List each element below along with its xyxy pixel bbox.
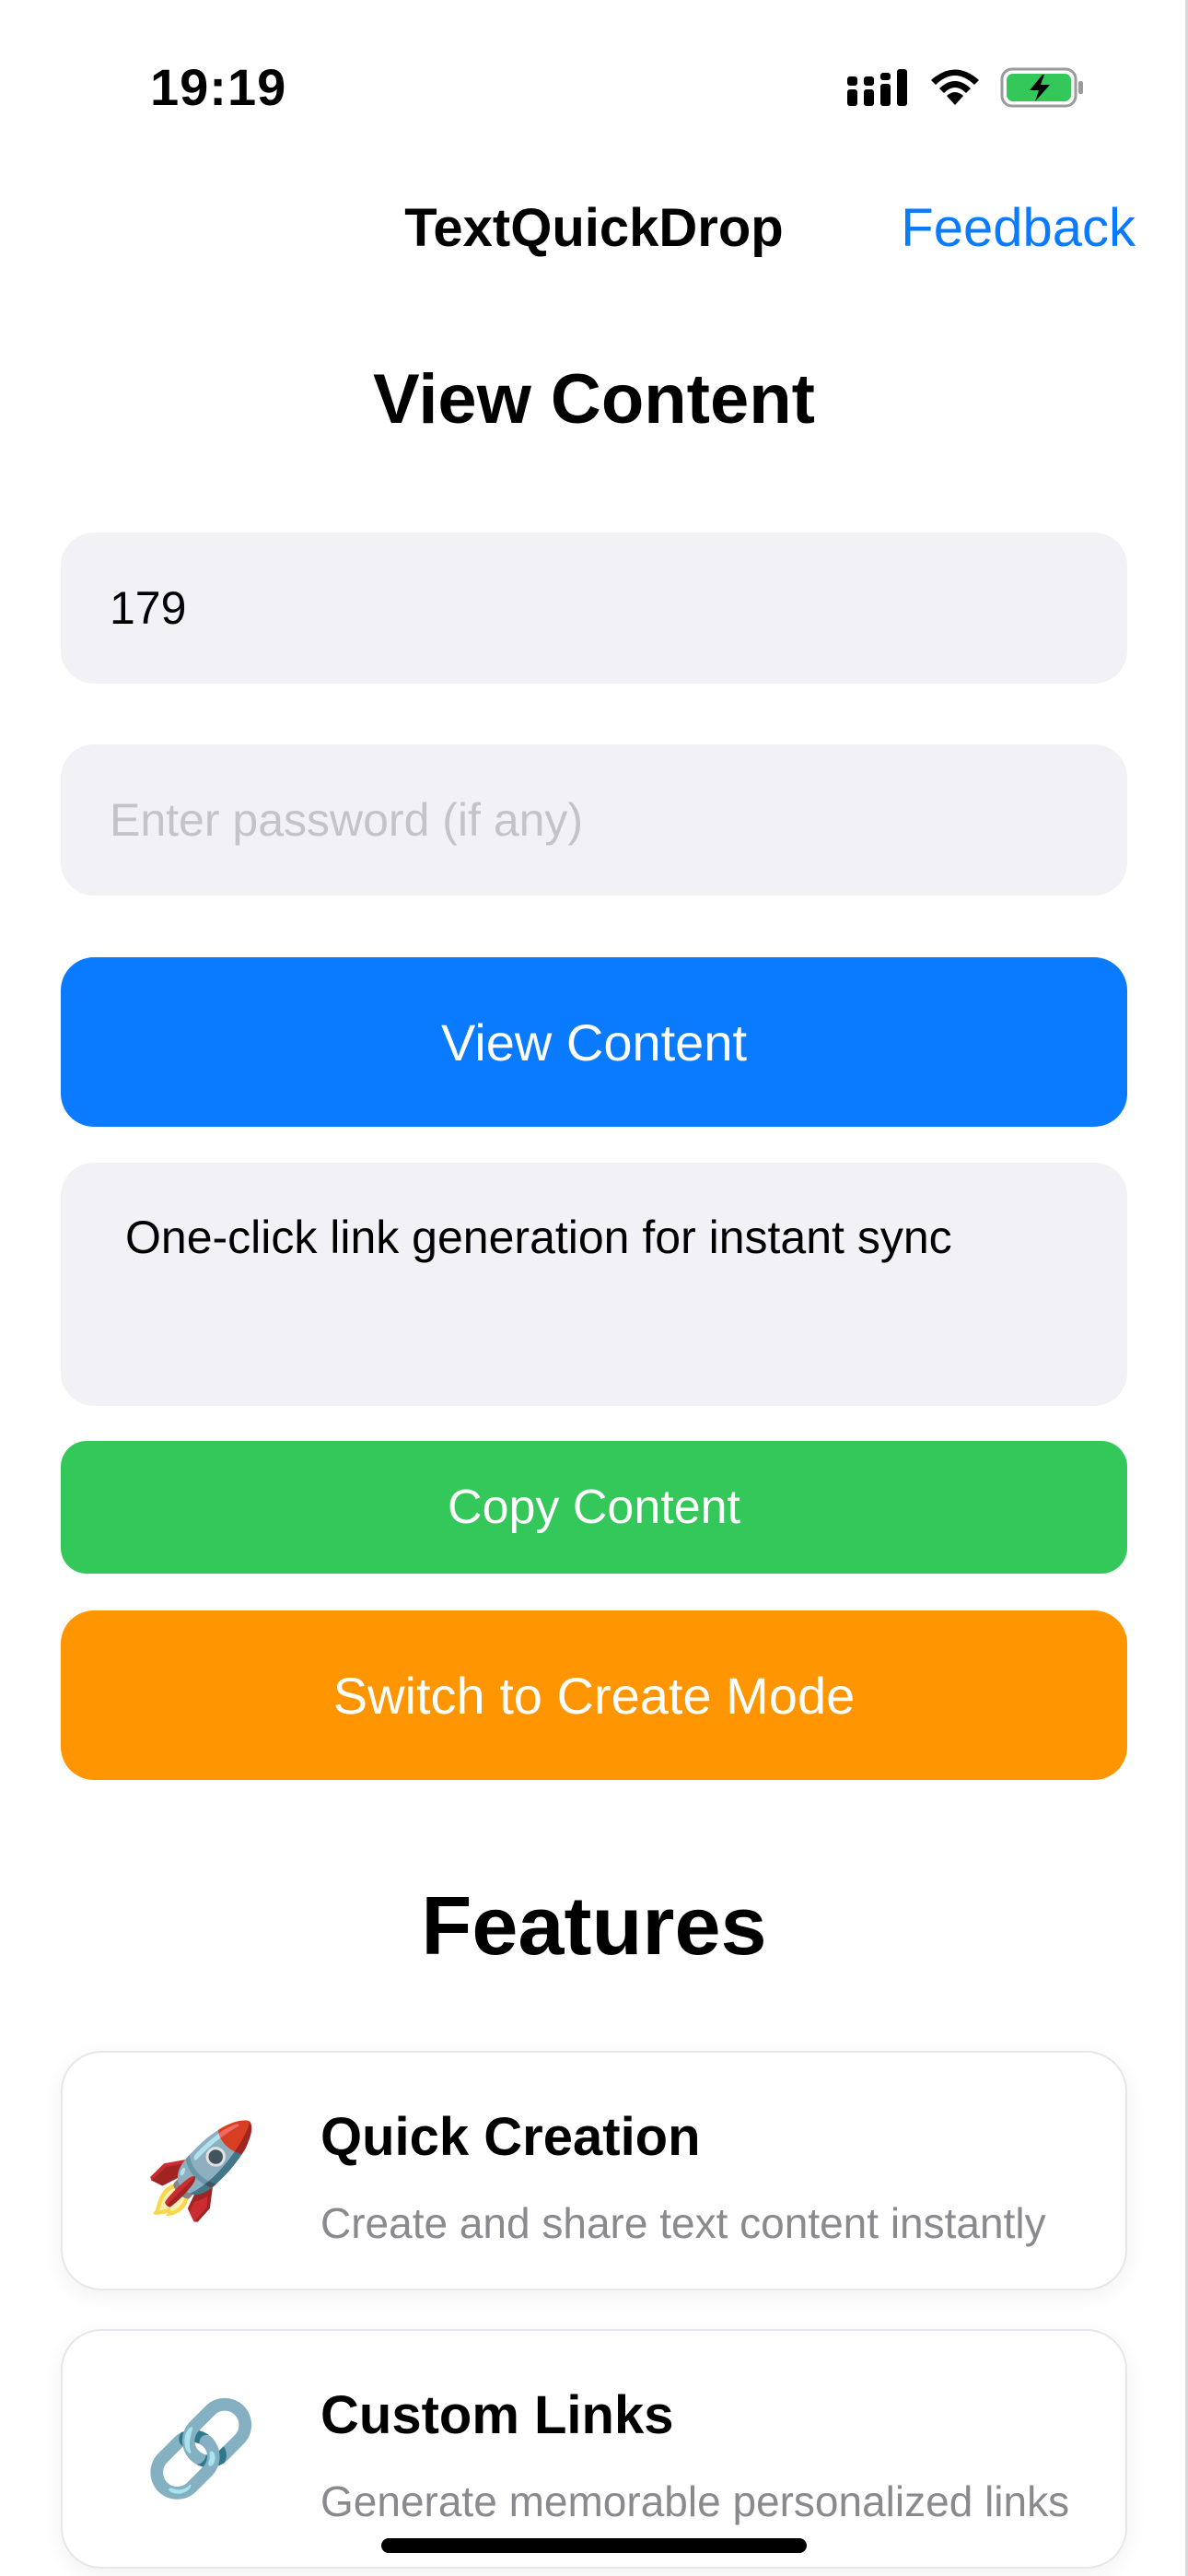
feedback-button[interactable]: Feedback — [901, 197, 1136, 259]
copy-content-button[interactable]: Copy Content — [61, 1441, 1127, 1574]
feature-card-quick-creation: 🚀 Quick Creation Create and share text c… — [61, 2051, 1127, 2290]
status-time: 19:19 — [150, 58, 287, 116]
app-screen: 19:19 TextQuickDrop Feedback View Conten… — [0, 0, 1188, 2576]
wifi-icon — [931, 69, 979, 105]
features-title: Features — [421, 1880, 767, 1973]
feature-description: Generate memorable personalized links — [320, 2477, 1070, 2525]
page-title: View Content — [373, 360, 815, 439]
switch-mode-button[interactable]: Switch to Create Mode — [61, 1610, 1127, 1780]
cellular-signal-icon — [847, 69, 907, 106]
content-display: One-click link generation for instant sy… — [61, 1163, 1127, 1406]
status-icons — [847, 61, 1085, 114]
content-code-input[interactable] — [61, 533, 1127, 684]
feature-title: Custom Links — [320, 2385, 674, 2445]
link-icon: 🔗 — [144, 2397, 259, 2500]
feature-card-custom-links: 🔗 Custom Links Generate memorable person… — [61, 2329, 1127, 2569]
view-content-button[interactable]: View Content — [61, 957, 1127, 1127]
rocket-icon: 🚀 — [144, 2119, 259, 2222]
feature-title: Quick Creation — [320, 2107, 701, 2167]
feature-description: Create and share text content instantly — [320, 2199, 1046, 2247]
battery-charging-icon — [1000, 67, 1083, 108]
home-indicator[interactable] — [381, 2538, 807, 2553]
password-input[interactable] — [61, 744, 1127, 896]
